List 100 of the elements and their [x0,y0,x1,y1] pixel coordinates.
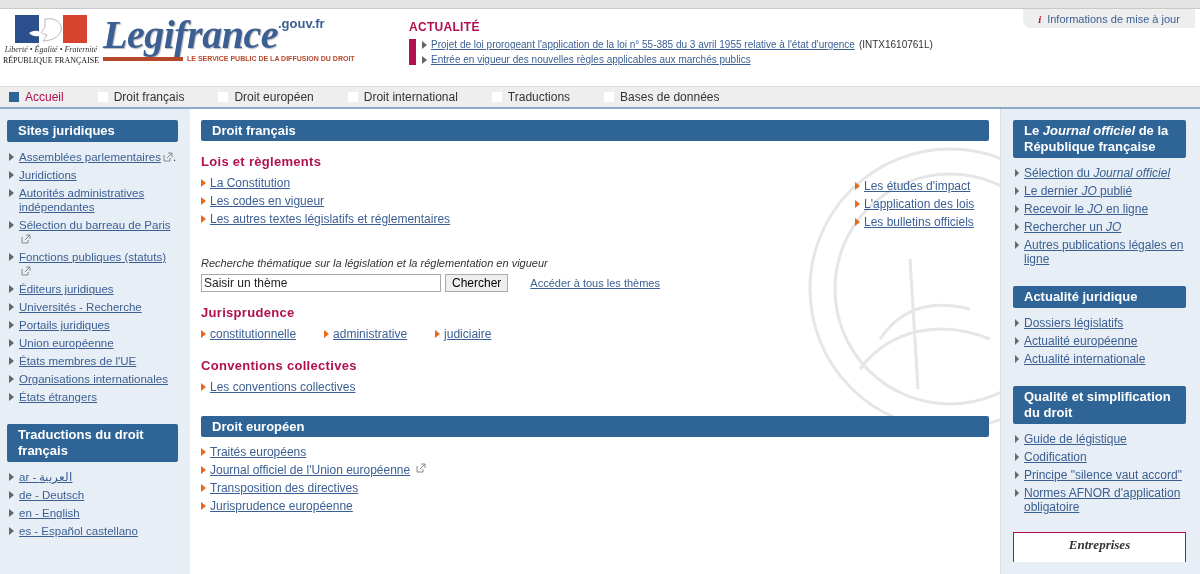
bullet-icon [9,153,14,161]
bullet-icon [1015,241,1019,249]
news-link[interactable]: Entrée en vigueur des nouvelles règles applicables aux marchés publics [431,54,751,65]
sidebar-link[interactable]: Normes AFNOR d'application obligatoire [1024,486,1186,514]
theme-search-field[interactable]: Saisir un thème [201,274,441,292]
nav-tab[interactable]: Bases de données [604,90,720,104]
sidebar-link[interactable]: en - English [19,506,178,520]
search-button[interactable]: Chercher [445,274,509,292]
sidebar-link[interactable]: Autorités administratives indépendantes [19,186,178,214]
bullet-icon [1015,337,1019,345]
content-link[interactable]: Les études d'impact [864,179,971,193]
nav-tab[interactable]: Droit européen [218,90,314,104]
sidebar-link[interactable]: Sélection du barreau de Paris [19,218,178,246]
nav-tab[interactable]: Accueil [9,90,64,104]
section-heading: Lois et règlements [201,154,323,169]
sidebar-link[interactable]: Principe "silence vaut accord" [1024,468,1186,482]
nav-tab[interactable]: Droit français [97,90,185,104]
sidebar-link[interactable]: Recevoir le JO en ligne [1024,202,1186,216]
content-link[interactable]: Les codes en vigueur [210,194,325,208]
sidebar-link[interactable]: Assemblées parlementaires . [19,150,178,164]
sidebar-link[interactable]: Rechercher un JO [1024,220,1186,234]
bullet-icon [1015,205,1019,213]
bullet-icon [201,179,206,187]
panel-heading: Traductions du droit français [7,424,178,462]
sidebar-link[interactable]: États membres de l'UE [19,354,178,368]
sidebar-link[interactable]: Universités - Recherche [19,300,178,314]
content-link[interactable]: Journal officiel de l'Union européenne [210,463,411,477]
sidebar-link[interactable]: Organisations internationales [19,372,178,386]
bullet-icon [1015,187,1019,195]
content-link[interactable]: Les bulletins officiels [864,215,974,229]
bullet-icon [1015,355,1019,363]
sidebar-link[interactable]: Le dernier JO publié [1024,184,1186,198]
bullet-icon [855,218,860,226]
sidebar-link[interactable]: Fonctions publiques (statuts) [19,250,178,278]
sidebar-link[interactable]: Guide de légistique [1024,432,1186,446]
bullet-icon [1015,223,1019,231]
bullet-icon [435,330,441,338]
bullet-icon [9,527,14,535]
nav-tab[interactable]: Traductions [491,90,571,104]
content-link[interactable]: administrative [333,327,408,341]
sidebar-link[interactable]: Éditeurs juridiques [19,282,178,296]
domain-text: .gouv.fr [277,16,325,31]
all-themes-link[interactable]: Accéder à tous les thèmes [530,277,660,289]
bullet-icon [9,285,14,293]
bullet-icon [855,182,860,190]
sidebar-link[interactable]: Autres publications légales en ligne [1024,238,1186,266]
bullet-icon [324,330,330,338]
search-caption: Recherche thématique sur la législation et la réglementation en vigueur [201,257,549,269]
bullet-icon [9,321,14,329]
sidebar-link[interactable]: de - Deutsch [19,488,178,502]
site-logo-text[interactable]: Legifrance [103,15,278,55]
panel-heading: Sites juridiques [7,120,178,142]
nav-tab[interactable]: Droit international [347,90,458,104]
content-link[interactable]: judiciaire [444,327,492,341]
bullet-icon [9,357,14,365]
bullet-icon [1015,471,1019,479]
sidebar-link[interactable]: Sélection du Journal officiel [1024,166,1186,180]
content-link[interactable]: Jurisprudence européenne [210,499,353,513]
sidebar-link[interactable]: Actualité européenne [1024,334,1186,348]
bullet-icon [9,303,14,311]
bullet-icon [9,491,14,499]
external-link-icon [416,463,427,473]
content-link[interactable]: Transposition des directives [210,481,359,495]
section-heading: Conventions collectives [201,358,358,373]
news-link[interactable]: Projet de loi prorogeant l'application de la loi n° 55-385 du 3 avril 1955 relative à l'état d'urgence [431,39,855,50]
bullet-icon [201,383,206,391]
sidebar-link[interactable]: Juridictions [19,168,178,182]
motto-text: Liberté • Égalité • Fraternité [4,45,98,54]
bullet-icon [9,253,14,261]
bullet-icon [9,393,14,401]
bullet-icon [1015,435,1019,443]
external-link-icon [21,266,31,276]
content-link[interactable]: Traités européens [210,445,307,459]
update-info-tab[interactable]: i Informations de mise à jour [1023,9,1195,28]
bullet-icon [201,484,206,492]
content-link[interactable]: La Constitution [210,176,291,190]
sidebar-link[interactable]: ar - العربية [19,470,178,484]
sidebar-link[interactable]: Codification [1024,450,1186,464]
content-link[interactable]: Les conventions collectives [210,380,356,394]
bullet-icon [201,466,206,474]
bullet-icon [9,339,14,347]
section-heading: Jurisprudence [201,305,296,320]
bullet-icon [9,473,14,481]
promo-banner[interactable]: Entreprises [1013,532,1186,562]
content-link[interactable]: Les autres textes législatifs et réglementaires [210,212,451,226]
bullet-icon [9,171,14,179]
bullet-icon [1015,453,1019,461]
content-link[interactable]: L'application des lois [864,197,975,211]
sidebar-link[interactable]: es - Español castellano [19,524,178,538]
bullet-icon [855,200,860,208]
bullet-icon [201,330,206,338]
sidebar-link[interactable]: Actualité internationale [1024,352,1186,366]
panel-heading: Qualité et simplification du droit [1013,386,1186,424]
sidebar-link[interactable]: Portails juridiques [19,318,178,332]
news-heading: ACTUALITÉ [409,20,481,34]
sidebar-link[interactable]: Dossiers législatifs [1024,316,1186,330]
sidebar-link[interactable]: Union européenne [19,336,178,350]
panel-heading: Droit français [201,120,989,141]
sidebar-link[interactable]: États étrangers [19,390,178,404]
content-link[interactable]: constitutionnelle [210,327,297,341]
